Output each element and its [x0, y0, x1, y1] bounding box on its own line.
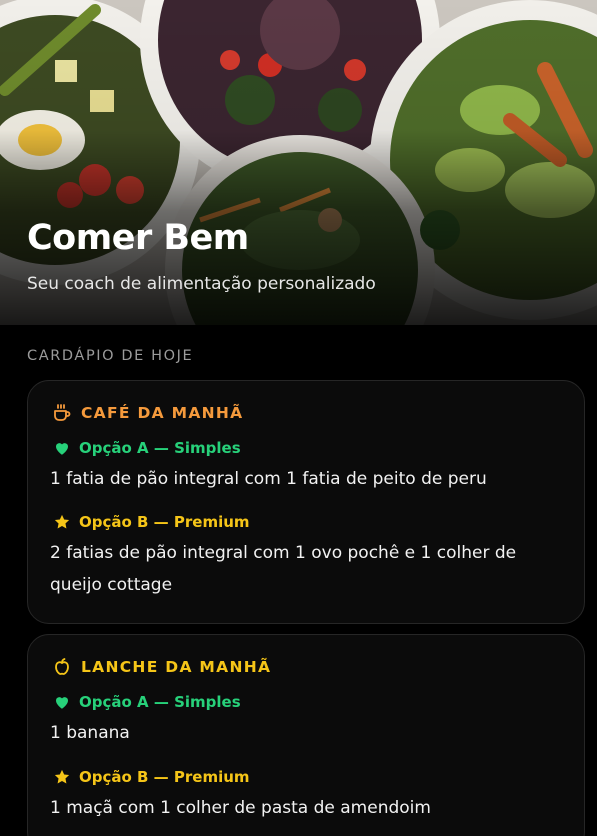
- option-b-label: Opção B — Premium: [52, 767, 250, 787]
- option-b-label: Opção B — Premium: [52, 512, 250, 532]
- option-a-label: Opção A — Simples: [52, 692, 241, 712]
- app-title: Comer Bem: [27, 218, 249, 258]
- meal-title: LANCHE DA MANHÃ: [81, 658, 272, 676]
- heart-icon: [52, 438, 72, 458]
- apple-icon: [52, 657, 72, 677]
- meal-card-morning-snack[interactable]: LANCHE DA MANHÃ Opção A — Simples 1 bana…: [27, 634, 585, 836]
- option-a-description: 1 banana: [50, 723, 130, 743]
- option-b-description: 2 fatias de pão integral com 1 ovo pochê…: [50, 543, 517, 595]
- hero-banner: Comer Bem Seu coach de alimentação perso…: [0, 0, 597, 325]
- option-b-description: 1 maçã com 1 colher de pasta de amendoim: [50, 798, 431, 818]
- meal-header: LANCHE DA MANHÃ: [52, 657, 271, 677]
- coffee-cup-icon: [52, 403, 72, 423]
- star-icon: [52, 767, 72, 787]
- option-a-label: Opção A — Simples: [52, 438, 241, 458]
- meal-title: CAFÉ DA MANHÃ: [81, 404, 244, 422]
- meal-card-breakfast[interactable]: CAFÉ DA MANHÃ Opção A — Simples 1 fatia …: [27, 380, 585, 624]
- app-subtitle: Seu coach de alimentação personalizado: [27, 274, 376, 294]
- meal-header: CAFÉ DA MANHÃ: [52, 403, 243, 423]
- option-a-description: 1 fatia de pão integral com 1 fatia de p…: [50, 469, 487, 489]
- heart-icon: [52, 692, 72, 712]
- section-title: CARDÁPIO DE HOJE: [27, 348, 194, 364]
- star-icon: [52, 512, 72, 532]
